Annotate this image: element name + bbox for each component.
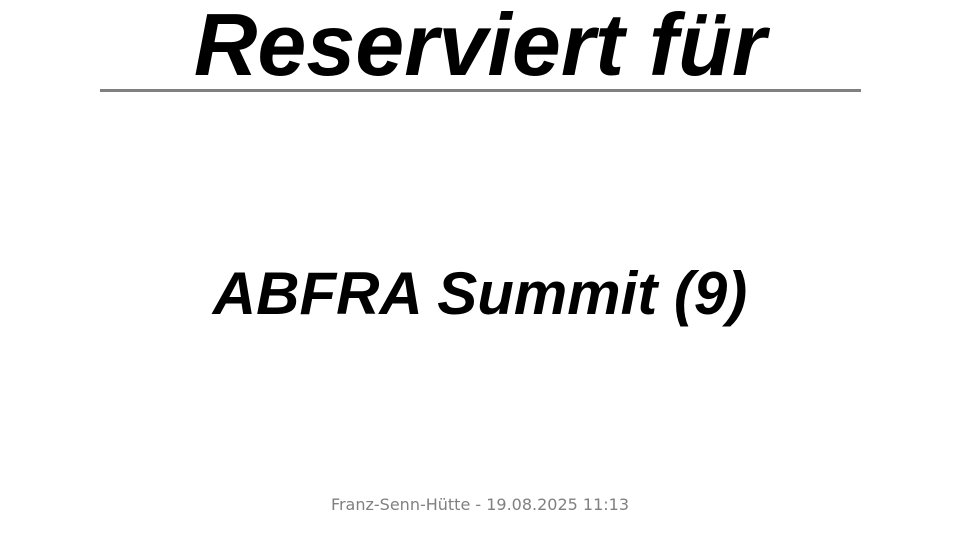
sign-title: Reserviert für bbox=[193, 0, 767, 94]
reserved-for-name: ABFRA Summit (9) bbox=[212, 260, 748, 327]
footer-location-timestamp: Franz-Senn-Hütte - 19.08.2025 11:13 bbox=[330, 495, 630, 514]
reservation-sign: Reserviert für ABFRA Summit (9) Franz-Se… bbox=[0, 0, 960, 540]
title-divider bbox=[100, 89, 861, 92]
